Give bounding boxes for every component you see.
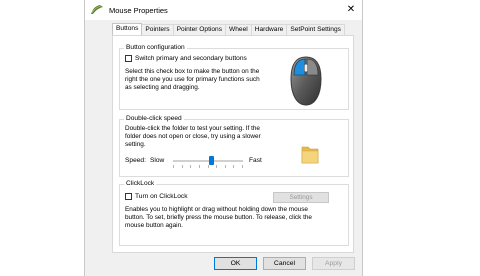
double-click-speed-group: Double-click speed Double-click the fold… [119, 115, 349, 177]
clicklock-title: ClickLock [124, 180, 157, 187]
slider-tick [216, 165, 217, 168]
clicklock-settings-button[interactable]: Settings [273, 192, 329, 203]
clicklock-description: Enables you to highlight or drag without… [125, 206, 312, 230]
slider-tick [173, 165, 174, 168]
clicklock-label: Turn on ClickLock [135, 193, 188, 200]
mouse-icon [290, 56, 322, 106]
button-configuration-title: Button configuration [124, 44, 187, 51]
ok-button[interactable]: OK [214, 257, 257, 270]
slider-tick [182, 165, 183, 168]
clicklock-checkbox[interactable] [125, 193, 132, 200]
double-click-description: Double-click the folder to test your set… [125, 125, 261, 149]
tab-buttons[interactable]: Buttons [112, 23, 143, 35]
clicklock-group: ClickLock Turn on ClickLock Settings Ena… [119, 180, 349, 246]
folder-icon[interactable] [300, 142, 320, 166]
mouse-properties-dialog: Mouse Properties ✕ Buttons Pointers Poin… [84, 0, 363, 276]
double-click-speed-title: Double-click speed [124, 115, 184, 122]
tab-hardware[interactable]: Hardware [250, 24, 288, 35]
tab-wheel[interactable]: Wheel [225, 24, 252, 35]
slider-tick [190, 165, 191, 168]
tab-strip: Buttons Pointers Pointer Options Wheel H… [112, 23, 345, 35]
window-title: Mouse Properties [109, 6, 168, 15]
slider-tick [242, 165, 243, 168]
slider-tick [208, 165, 209, 168]
tab-pointer-options[interactable]: Pointer Options [172, 24, 227, 35]
slider-thumb[interactable] [209, 156, 214, 165]
fast-label: Fast [249, 157, 262, 164]
button-config-description: Select this check box to make the button… [125, 68, 260, 92]
switch-buttons-checkbox[interactable] [125, 55, 132, 62]
buttons-tab-page: Button configuration Switch primary and … [112, 35, 354, 253]
switch-buttons-row[interactable]: Switch primary and secondary buttons [125, 55, 247, 62]
tab-setpoint-settings[interactable]: SetPoint Settings [286, 24, 345, 35]
slider-tick [199, 165, 200, 168]
slider-tick [233, 165, 234, 168]
mouse-app-icon [91, 5, 103, 14]
button-configuration-group: Button configuration Switch primary and … [119, 44, 349, 110]
slider-tick [225, 165, 226, 168]
tab-pointers[interactable]: Pointers [141, 24, 174, 35]
switch-buttons-label: Switch primary and secondary buttons [135, 55, 247, 62]
apply-button[interactable]: Apply [312, 257, 355, 270]
double-click-speed-slider[interactable] [173, 160, 243, 162]
close-button[interactable]: ✕ [344, 3, 358, 17]
cancel-button[interactable]: Cancel [263, 257, 306, 270]
title-bar: Mouse Properties ✕ [85, 0, 362, 20]
speed-label: Speed: [125, 157, 146, 164]
slow-label: Slow [150, 157, 165, 164]
clicklock-row[interactable]: Turn on ClickLock [125, 193, 188, 200]
